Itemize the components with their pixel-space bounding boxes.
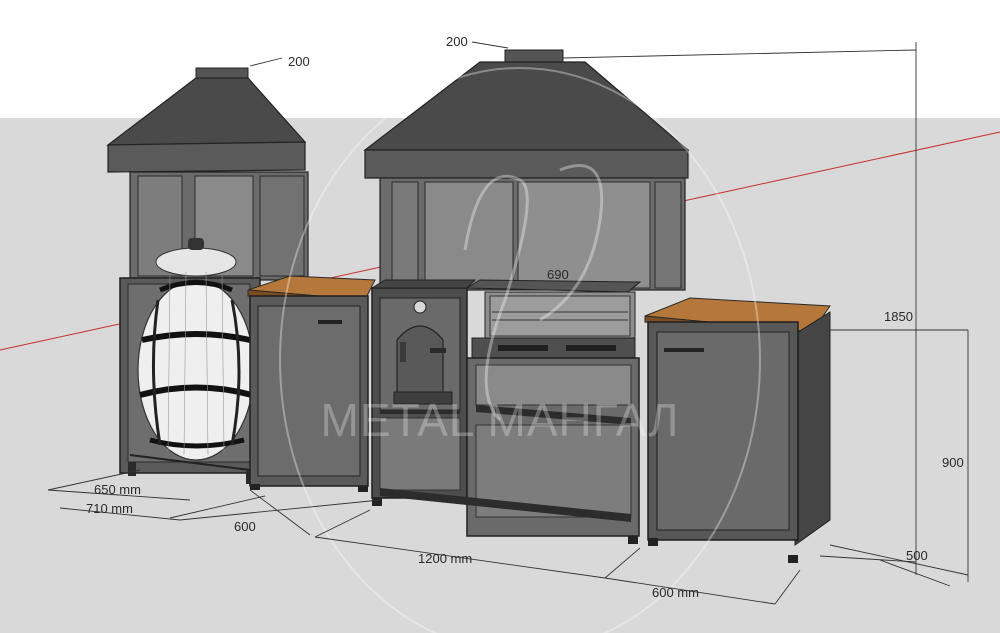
dim-counter-height: 900 (942, 455, 964, 470)
dim-depth-710: 710 mm (86, 501, 133, 516)
dim-width-1200: 1200 mm (418, 551, 472, 566)
left-upper-glass-right (259, 175, 305, 277)
watermark-text: METAL МАНГАЛ (321, 394, 680, 446)
dim-chimney-left: 200 (288, 54, 310, 69)
dim-grill-width: 690 (547, 267, 569, 282)
left-cabinet-handle (318, 320, 342, 324)
dim-width-600-left: 600 (234, 519, 256, 534)
dim-depth-right: 500 (906, 548, 928, 563)
dim-depth-650: 650 mm (94, 482, 141, 497)
right-chimney (504, 49, 564, 63)
left-chimney (195, 67, 249, 79)
central-hood-rim (364, 149, 689, 179)
left-cabinet (247, 275, 376, 492)
dim-total-height: 1850 (884, 309, 913, 324)
left-hood-rim (107, 141, 306, 173)
left-cabinet-door (257, 305, 361, 477)
right-cabinet-handle (664, 348, 704, 352)
right-cabinet-side (794, 311, 831, 546)
dim-width-600-right: 600 mm (652, 585, 699, 600)
bbq-kitchen-drawing: METAL МАНГАЛ 200 200 690 1850 900 500 65… (0, 0, 1000, 633)
thermometer-gauge (413, 300, 427, 314)
dim-chimney-right: 200 (446, 34, 468, 49)
